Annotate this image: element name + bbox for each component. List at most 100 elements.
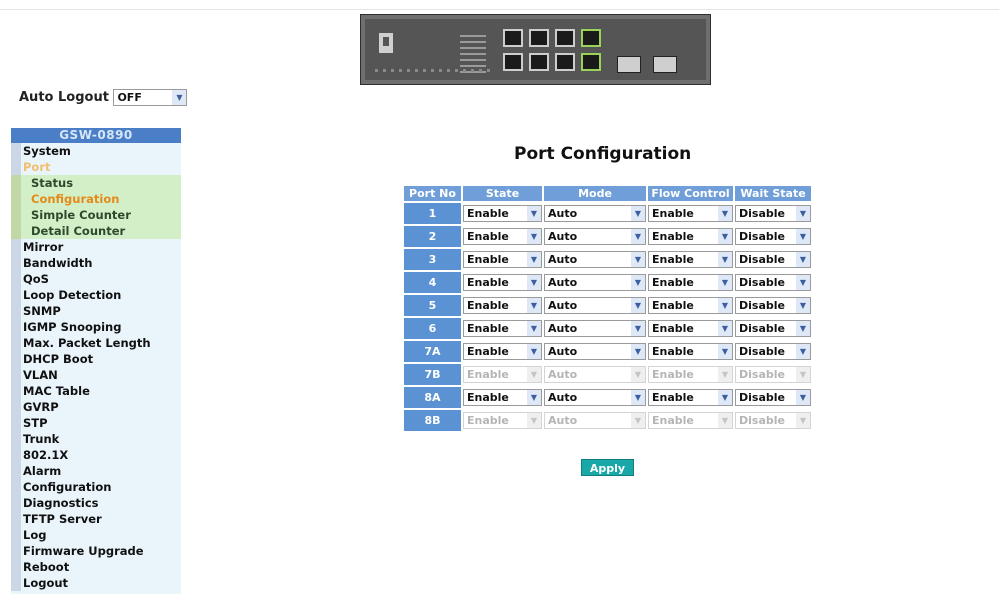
sidebar-item-port[interactable]: Port bbox=[11, 159, 181, 175]
sidebar-item-firmware-upgrade[interactable]: Firmware Upgrade bbox=[11, 543, 181, 559]
flow-control-select-value: Enable bbox=[652, 345, 694, 358]
mode-select-cell: Auto ▼ bbox=[544, 203, 646, 224]
mode-select[interactable]: Auto ▼ bbox=[544, 297, 646, 314]
flow-control-select[interactable]: Enable ▼ bbox=[648, 389, 733, 406]
auto-logout-select[interactable]: OFF ▼ bbox=[113, 89, 188, 106]
state-select-value: Enable bbox=[467, 345, 509, 358]
state-select[interactable]: Enable ▼ bbox=[463, 343, 542, 360]
wait-state-select[interactable]: Disable ▼ bbox=[735, 343, 811, 360]
wait-state-select[interactable]: Disable ▼ bbox=[735, 251, 811, 268]
mode-select[interactable]: Auto ▼ bbox=[544, 320, 646, 337]
flow-control-select[interactable]: Enable ▼ bbox=[648, 205, 733, 222]
state-select[interactable]: Enable ▼ bbox=[463, 205, 542, 222]
sidebar-item-bandwidth[interactable]: Bandwidth bbox=[11, 255, 181, 271]
chevron-down-icon: ▼ bbox=[796, 321, 810, 336]
sidebar-item-qos[interactable]: QoS bbox=[11, 271, 181, 287]
chevron-down-icon: ▼ bbox=[527, 275, 541, 290]
flow-control-select[interactable]: Enable ▼ bbox=[648, 297, 733, 314]
wait-state-select[interactable]: Disable ▼ bbox=[735, 297, 811, 314]
wait-state-select-value: Disable bbox=[739, 207, 785, 220]
chevron-down-icon: ▼ bbox=[527, 229, 541, 244]
flow-control-select-cell: Enable ▼ bbox=[648, 272, 733, 293]
sidebar-item-stp[interactable]: STP bbox=[11, 415, 181, 431]
state-select-value: Enable bbox=[467, 414, 509, 427]
wait-state-select[interactable]: Disable ▼ bbox=[735, 389, 811, 406]
chevron-down-icon: ▼ bbox=[527, 390, 541, 405]
wait-state-select[interactable]: Disable ▼ bbox=[735, 228, 811, 245]
flow-control-select-cell: Enable ▼ bbox=[648, 318, 733, 339]
chevron-down-icon: ▼ bbox=[631, 206, 645, 221]
port-number: 3 bbox=[404, 249, 461, 270]
sidebar-item-tftp-server[interactable]: TFTP Server bbox=[11, 511, 181, 527]
mode-select[interactable]: Auto ▼ bbox=[544, 228, 646, 245]
mode-select-cell: Auto ▼ bbox=[544, 387, 646, 408]
mode-select[interactable]: Auto ▼ bbox=[544, 251, 646, 268]
mode-select[interactable]: Auto ▼ bbox=[544, 343, 646, 360]
device-logo-icon bbox=[379, 33, 393, 53]
apply-button[interactable]: Apply bbox=[581, 459, 634, 476]
sidebar-item-reboot[interactable]: Reboot bbox=[11, 559, 181, 575]
sidebar-item-status[interactable]: Status bbox=[11, 175, 181, 191]
sidebar-item-marker bbox=[11, 527, 21, 543]
sidebar-item-detail-counter[interactable]: Detail Counter bbox=[11, 223, 181, 239]
sidebar-item-marker bbox=[11, 303, 21, 319]
flow-control-select[interactable]: Enable ▼ bbox=[648, 228, 733, 245]
wait-state-select[interactable]: Disable ▼ bbox=[735, 320, 811, 337]
state-select[interactable]: Enable ▼ bbox=[463, 389, 542, 406]
sidebar-item-log[interactable]: Log bbox=[11, 527, 181, 543]
wait-state-select-value: Disable bbox=[739, 322, 785, 335]
sidebar-item-dhcp-boot[interactable]: DHCP Boot bbox=[11, 351, 181, 367]
state-select-cell: Enable ▼ bbox=[463, 295, 542, 316]
sidebar-item-diagnostics[interactable]: Diagnostics bbox=[11, 495, 181, 511]
port-number: 1 bbox=[404, 203, 461, 224]
sidebar-item-marker bbox=[11, 415, 21, 431]
state-select[interactable]: Enable ▼ bbox=[463, 251, 542, 268]
sidebar-item-label: QoS bbox=[23, 272, 49, 286]
state-select[interactable]: Enable ▼ bbox=[463, 274, 542, 291]
sidebar-item-vlan[interactable]: VLAN bbox=[11, 367, 181, 383]
state-select[interactable]: Enable ▼ bbox=[463, 297, 542, 314]
sidebar-item-configuration[interactable]: Configuration bbox=[11, 191, 181, 207]
wait-state-select-value: Disable bbox=[739, 368, 785, 381]
chevron-down-icon: ▼ bbox=[527, 206, 541, 221]
mode-select[interactable]: Auto ▼ bbox=[544, 389, 646, 406]
state-select-value: Enable bbox=[467, 322, 509, 335]
wait-state-select[interactable]: Disable ▼ bbox=[735, 205, 811, 222]
mode-select[interactable]: Auto ▼ bbox=[544, 205, 646, 222]
state-select[interactable]: Enable ▼ bbox=[463, 228, 542, 245]
flow-control-select[interactable]: Enable ▼ bbox=[648, 320, 733, 337]
sidebar-item-loop-detection[interactable]: Loop Detection bbox=[11, 287, 181, 303]
sidebar-item-mirror[interactable]: Mirror bbox=[11, 239, 181, 255]
sidebar-item-logout[interactable]: Logout bbox=[11, 575, 181, 591]
sidebar-item-igmp-snooping[interactable]: IGMP Snooping bbox=[11, 319, 181, 335]
sidebar-item-gvrp[interactable]: GVRP bbox=[11, 399, 181, 415]
sidebar-item-trunk[interactable]: Trunk bbox=[11, 431, 181, 447]
chevron-down-icon: ▼ bbox=[631, 367, 645, 382]
wait-state-select[interactable]: Disable ▼ bbox=[735, 274, 811, 291]
state-select: Enable ▼ bbox=[463, 412, 542, 429]
flow-control-select[interactable]: Enable ▼ bbox=[648, 274, 733, 291]
state-select-value: Enable bbox=[467, 230, 509, 243]
flow-control-select-cell: Enable ▼ bbox=[648, 341, 733, 362]
sidebar-item-simple-counter[interactable]: Simple Counter bbox=[11, 207, 181, 223]
table-row: 6 Enable ▼ Auto ▼ Enable ▼ Disable ▼ bbox=[404, 318, 811, 339]
sidebar-item-label: Configuration bbox=[31, 192, 120, 206]
flow-control-select-cell: Enable ▼ bbox=[648, 410, 733, 431]
sidebar-item-max-packet-length[interactable]: Max. Packet Length bbox=[11, 335, 181, 351]
flow-control-select[interactable]: Enable ▼ bbox=[648, 343, 733, 360]
chevron-down-icon: ▼ bbox=[796, 229, 810, 244]
port-number: 8B bbox=[404, 410, 461, 431]
state-select[interactable]: Enable ▼ bbox=[463, 320, 542, 337]
device-ethernet-ports bbox=[503, 29, 605, 77]
sidebar-item-802-1x[interactable]: 802.1X bbox=[11, 447, 181, 463]
chevron-down-icon: ▼ bbox=[796, 367, 810, 382]
flow-control-select[interactable]: Enable ▼ bbox=[648, 251, 733, 268]
sidebar-item-mac-table[interactable]: MAC Table bbox=[11, 383, 181, 399]
sidebar-item-system[interactable]: System bbox=[11, 143, 181, 159]
sidebar-item-label: Logout bbox=[23, 576, 69, 590]
mode-select-cell: Auto ▼ bbox=[544, 249, 646, 270]
sidebar-item-snmp[interactable]: SNMP bbox=[11, 303, 181, 319]
sidebar-item-alarm[interactable]: Alarm bbox=[11, 463, 181, 479]
mode-select[interactable]: Auto ▼ bbox=[544, 274, 646, 291]
sidebar-item-configuration[interactable]: Configuration bbox=[11, 479, 181, 495]
